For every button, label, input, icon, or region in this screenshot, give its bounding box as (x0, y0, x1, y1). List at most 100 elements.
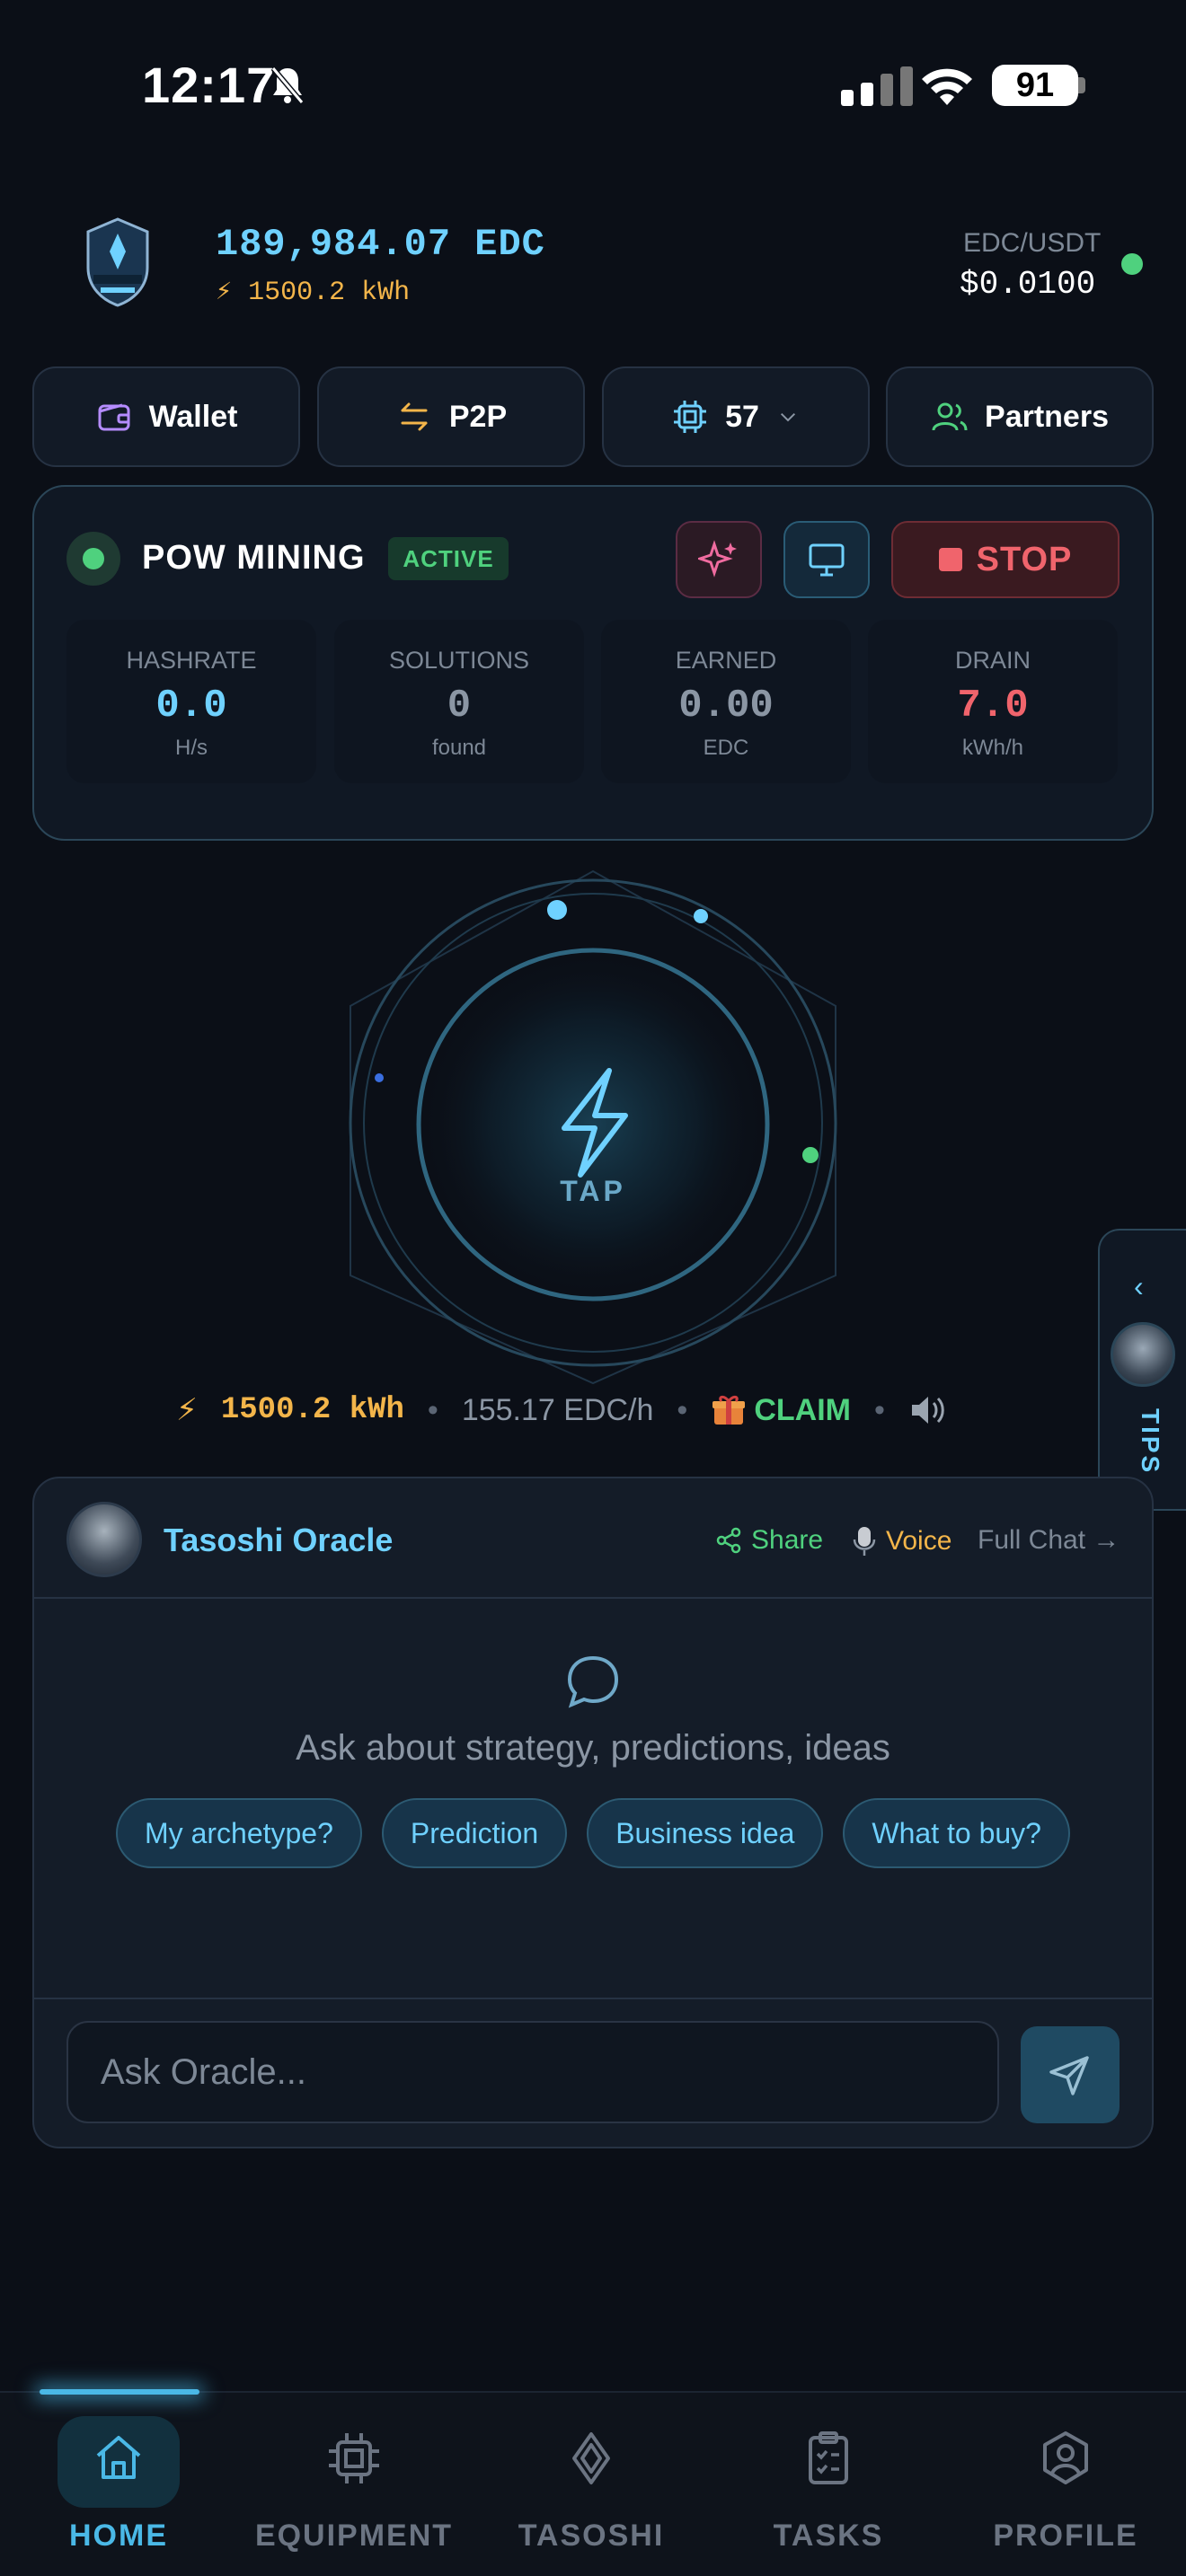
tab-label: PROFILE (993, 2519, 1138, 2553)
suggestion-chip[interactable]: What to buy? (843, 1798, 1070, 1868)
status-badge: ACTIVE (388, 537, 509, 580)
oracle-input[interactable]: Ask Oracle... (66, 2021, 999, 2123)
hashrate-stat: HASHRATE 0.0 H/s (66, 620, 316, 783)
sparkle-icon (698, 540, 737, 578)
tab-label: EQUIPMENT (254, 2519, 454, 2553)
lightning-icon: ⚡ (176, 1393, 198, 1427)
live-status-dot (1121, 253, 1143, 275)
gift-icon (712, 1395, 746, 1425)
wallet-icon (98, 403, 130, 431)
divider (34, 1597, 1152, 1599)
stat-label: EARNED (675, 647, 777, 674)
mining-status-indicator (66, 532, 120, 586)
cellular-signal-icon (841, 66, 913, 106)
orbit-dot (547, 900, 567, 920)
tab-tasks[interactable]: TASKS (712, 2429, 945, 2554)
tab-equipment[interactable]: EQUIPMENT (237, 2429, 471, 2554)
earned-stat: EARNED 0.00 EDC (601, 620, 851, 783)
chevron-left-icon: ‹ (1134, 1270, 1144, 1302)
separator-dot: • (677, 1392, 688, 1427)
stat-value: 0 (447, 684, 472, 728)
stat-value: 0.00 (678, 684, 774, 728)
share-icon (716, 1527, 741, 1554)
claim-button[interactable]: CLAIM (711, 1392, 851, 1428)
share-label: Share (751, 1525, 824, 1555)
send-icon (1049, 2056, 1089, 2095)
chip-icon (674, 401, 707, 433)
voice-button[interactable]: Voice (852, 1525, 951, 1557)
status-time: 12:17 (142, 57, 276, 113)
tasoshi-logo (86, 217, 149, 307)
tab-label: HOME (69, 2519, 168, 2553)
tips-avatar (1111, 1322, 1175, 1387)
stat-value: 0.0 (155, 684, 227, 728)
chip-count: 57 (725, 399, 759, 434)
battery-tip (1078, 77, 1085, 93)
pair-label: EDC/USDT (963, 228, 1102, 258)
wallet-label: Wallet (148, 399, 238, 434)
suggestion-chip[interactable]: Prediction (381, 1798, 568, 1868)
battery-indicator: 91 (992, 65, 1078, 106)
full-chat-link[interactable]: Full Chat → (978, 1525, 1120, 1556)
chat-bubble-icon (567, 1655, 619, 1708)
send-button[interactable] (1021, 2026, 1120, 2123)
boost-button[interactable] (676, 521, 762, 598)
stat-unit: found (431, 736, 487, 760)
clipboard-icon (809, 2431, 848, 2484)
stop-label: STOP (976, 540, 1073, 578)
swap-arrows-icon (401, 402, 428, 431)
stat-label: DRAIN (954, 647, 1031, 674)
energy-amount: 1500.2 kWh (220, 1393, 404, 1427)
stat-unit: H/s (175, 736, 208, 760)
oracle-avatar (66, 1502, 142, 1577)
edc-balance: 189,984.07 EDC (216, 223, 545, 266)
equipment-count-button[interactable]: 57 (602, 366, 870, 467)
monitor-button[interactable] (783, 521, 870, 598)
speaker-icon[interactable] (908, 1392, 948, 1428)
energy-balance: ⚡ 1500.2 kWh (216, 278, 411, 308)
profile-icon (1043, 2431, 1088, 2484)
home-icon (96, 2436, 141, 2479)
p2p-label: P2P (448, 399, 508, 434)
suggestion-chip[interactable]: Business idea (587, 1798, 824, 1868)
tab-tasoshi[interactable]: TASOSHI (474, 2429, 708, 2554)
monitor-icon (809, 543, 845, 577)
stat-unit: kWh/h (961, 736, 1023, 760)
share-button[interactable]: Share (715, 1525, 823, 1556)
oracle-name: Tasoshi Oracle (164, 1522, 394, 1558)
stat-unit: EDC (703, 736, 749, 760)
wallet-button[interactable]: Wallet (32, 366, 300, 467)
energy-stats-bar: ⚡ 1500.2 kWh • 155.17 EDC/h • CLAIM • (176, 1392, 948, 1428)
separator-dot: • (873, 1392, 885, 1427)
inner-ring (416, 948, 770, 1301)
voice-label: Voice (886, 1526, 952, 1556)
orbit-dot (802, 1147, 819, 1163)
tab-label: TASKS (773, 2519, 884, 2553)
partners-button[interactable]: Partners (886, 366, 1154, 467)
diamond-icon (572, 2432, 610, 2484)
orbit-dot (375, 1073, 384, 1082)
microphone-icon (853, 1527, 876, 1556)
pair-price: $0.0100 (960, 266, 1096, 303)
p2p-button[interactable]: P2P (317, 366, 585, 467)
tap-button[interactable] (323, 862, 863, 1401)
stop-mining-button[interactable]: STOP (891, 521, 1120, 598)
drain-stat: DRAIN 7.0 kWh/h (868, 620, 1118, 783)
stat-value: 7.0 (957, 684, 1029, 728)
suggestion-chip[interactable]: My archetype? (116, 1798, 362, 1868)
bell-muted-icon (270, 66, 305, 104)
solutions-stat: SOLUTIONS 0 found (334, 620, 584, 783)
suggestion-chips: My archetype? Prediction Business idea W… (32, 1798, 1154, 1868)
oracle-prompt: Ask about strategy, predictions, ideas (296, 1728, 890, 1768)
tap-label: TAP (560, 1175, 626, 1207)
stat-label: SOLUTIONS (388, 647, 530, 674)
tips-label: TIPS (1137, 1408, 1164, 1476)
tab-home[interactable]: HOME (2, 2429, 235, 2554)
tab-profile[interactable]: PROFILE (949, 2429, 1182, 2554)
active-tab-indicator (40, 2389, 199, 2395)
claim-label: CLAIM (754, 1392, 851, 1427)
earn-rate: 155.17 EDC/h (461, 1392, 654, 1427)
tab-label: TASOSHI (518, 2519, 665, 2553)
separator-dot: • (427, 1392, 438, 1427)
wifi-icon (922, 68, 972, 105)
